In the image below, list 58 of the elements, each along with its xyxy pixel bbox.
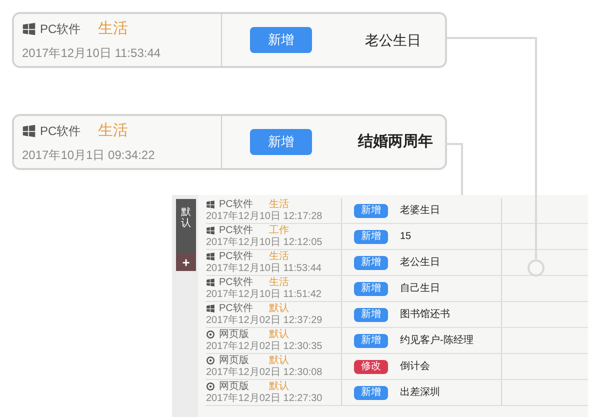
- timestamp: 2017年12月10日 12:12:05: [206, 236, 324, 248]
- category-label: 生活: [269, 198, 289, 210]
- category-label: 生活: [269, 276, 289, 288]
- category-label: 生活: [269, 250, 289, 262]
- event-row[interactable]: PC软件 生活 2017年12月10日 12:17:28 新增 老婆生日: [206, 198, 588, 224]
- source-label: PC软件: [219, 198, 254, 210]
- windows-logo-icon: [206, 278, 215, 287]
- event-title: 约见客户-陈经理: [400, 334, 474, 348]
- add-category-button[interactable]: +: [176, 253, 196, 271]
- event-title: 老公生日: [400, 256, 440, 270]
- event-title: 图书馆还书: [400, 308, 450, 322]
- category-label: 默认: [269, 302, 289, 314]
- timestamp: 2017年12月02日 12:30:35: [206, 340, 324, 352]
- event-row[interactable]: 网页版 默认 2017年12月02日 12:30:35 新增 约见客户-陈经理: [206, 328, 588, 354]
- timestamp: 2017年12月10日 12:17:28: [206, 210, 324, 222]
- event-title: 老公生日: [365, 30, 421, 50]
- event-title: 自己生日: [400, 282, 440, 296]
- timestamp: 2017年12月02日 12:30:08: [206, 366, 324, 378]
- timestamp: 2017年12月10日 11:53:44: [22, 45, 162, 62]
- timeline-node-icon: [527, 259, 545, 277]
- event-row[interactable]: PC软件 默认 2017年12月02日 12:37:29 新增 图书馆还书: [206, 302, 588, 328]
- timestamp: 2017年10月1日 09:34:22: [22, 147, 156, 164]
- event-row[interactable]: PC软件 生活 2017年12月10日 11:51:42 新增 自己生日: [206, 276, 588, 302]
- category-label: 默认: [269, 380, 289, 392]
- source-label: PC软件: [40, 123, 82, 140]
- source-label: 网页版: [219, 328, 250, 340]
- category-label: 工作: [269, 224, 289, 236]
- source-label: PC软件: [40, 21, 82, 38]
- event-title: 15: [400, 230, 412, 244]
- source-label: PC软件: [219, 276, 254, 288]
- windows-logo-icon: [22, 22, 36, 36]
- event-title: 出差深圳: [400, 386, 440, 400]
- category-label: 生活: [98, 120, 128, 141]
- windows-logo-icon: [206, 200, 215, 209]
- source-label: PC软件: [219, 250, 254, 262]
- timestamp: 2017年12月10日 11:53:44: [206, 262, 322, 274]
- source-label: PC软件: [219, 302, 254, 314]
- category-tab[interactable]: 默认: [181, 207, 191, 229]
- source-label: PC软件: [219, 224, 254, 236]
- event-title: 结婚两周年: [358, 132, 433, 152]
- timestamp: 2017年12月10日 11:51:42: [206, 288, 322, 300]
- category-label: 默认: [269, 328, 289, 340]
- event-row[interactable]: 网页版 默认 2017年12月02日 12:27:30 新增 出差深圳: [206, 380, 588, 406]
- event-row[interactable]: 网页版 默认 2017年12月02日 12:30:08 修改 倒计会: [206, 354, 588, 380]
- category-label: 默认: [269, 354, 289, 366]
- row-button[interactable]: 修改: [354, 360, 388, 374]
- timestamp: 2017年12月02日 12:37:29: [206, 314, 324, 326]
- event-title: 倒计会: [400, 360, 430, 374]
- event-row[interactable]: PC软件 工作 2017年12月10日 12:12:05 新增 15: [206, 224, 588, 250]
- timestamp: 2017年12月02日 12:27:30: [206, 392, 324, 404]
- category-label: 生活: [98, 18, 128, 39]
- windows-logo-icon: [206, 226, 215, 235]
- windows-logo-icon: [206, 304, 215, 313]
- source-label: 网页版: [219, 354, 250, 366]
- event-title: 老婆生日: [400, 204, 440, 218]
- windows-logo-icon: [206, 252, 215, 261]
- source-label: 网页版: [219, 380, 250, 392]
- windows-logo-icon: [22, 124, 36, 138]
